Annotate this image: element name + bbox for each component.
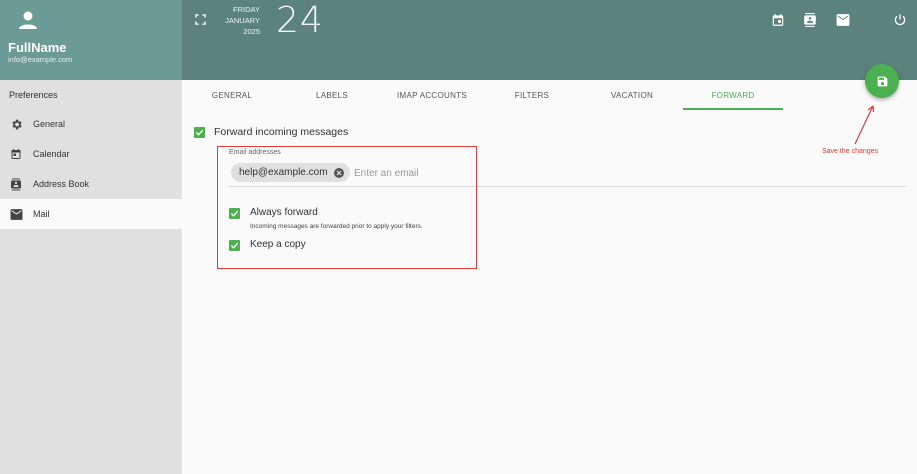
date-day: 24 [276,0,324,41]
sidebar-item-calendar[interactable]: Calendar [0,139,182,169]
user-avatar-icon [19,11,37,29]
user-email: info@example.com [8,55,73,64]
tab-vacation[interactable]: VACATION [582,80,682,110]
tab-imap-accounts[interactable]: IMAP ACCOUNTS [382,80,482,110]
sidebar: FullName info@example.com Preferences Ge… [0,0,182,474]
user-name: FullName [8,40,67,55]
tab-labels[interactable]: LABELS [282,80,382,110]
sidebar-item-label: Calendar [33,149,70,159]
contact-card-icon[interactable] [803,13,817,27]
date-weekday: FRIDAY [233,5,260,14]
save-note: Save the changes [822,148,879,155]
sidebar-item-mail[interactable]: Mail [0,199,182,229]
forward-enabled-checkbox[interactable] [194,127,205,138]
contact-card-icon [9,177,23,191]
tab-forward[interactable]: FORWARD [683,80,783,110]
date-month: JANUARY [225,16,260,25]
sidebar-item-label: Address Book [33,179,90,189]
user-box: FullName info@example.com [0,0,182,80]
save-button[interactable] [865,64,899,98]
calendar-icon [9,147,23,161]
fullscreen-icon[interactable] [195,14,206,25]
annotation-arrow [854,105,875,145]
calendar-icon[interactable] [771,13,785,27]
forward-enabled-label: Forward incoming messages [214,126,349,138]
gear-icon [9,117,23,131]
date-year: 2025 [243,27,260,36]
mail-icon [9,207,23,221]
highlight-box [217,146,477,269]
date-text: FRIDAY JANUARY 2025 [222,4,260,37]
power-icon[interactable] [893,13,907,27]
save-icon [877,76,887,86]
sidebar-item-address-book[interactable]: Address Book [0,169,182,199]
tab-general[interactable]: GENERAL [182,80,282,110]
sidebar-item-label: General [33,119,66,129]
tab-filters[interactable]: FILTERS [482,80,582,110]
tab-bar: GENERAL LABELS IMAP ACCOUNTS FILTERS VAC… [182,80,917,110]
header-bar: FRIDAY JANUARY 2025 24 [182,0,917,80]
mail-icon[interactable] [836,13,850,27]
sidebar-item-label: Mail [33,209,50,219]
sidebar-item-general[interactable]: General [0,109,182,139]
preferences-title: Preferences [9,90,58,100]
